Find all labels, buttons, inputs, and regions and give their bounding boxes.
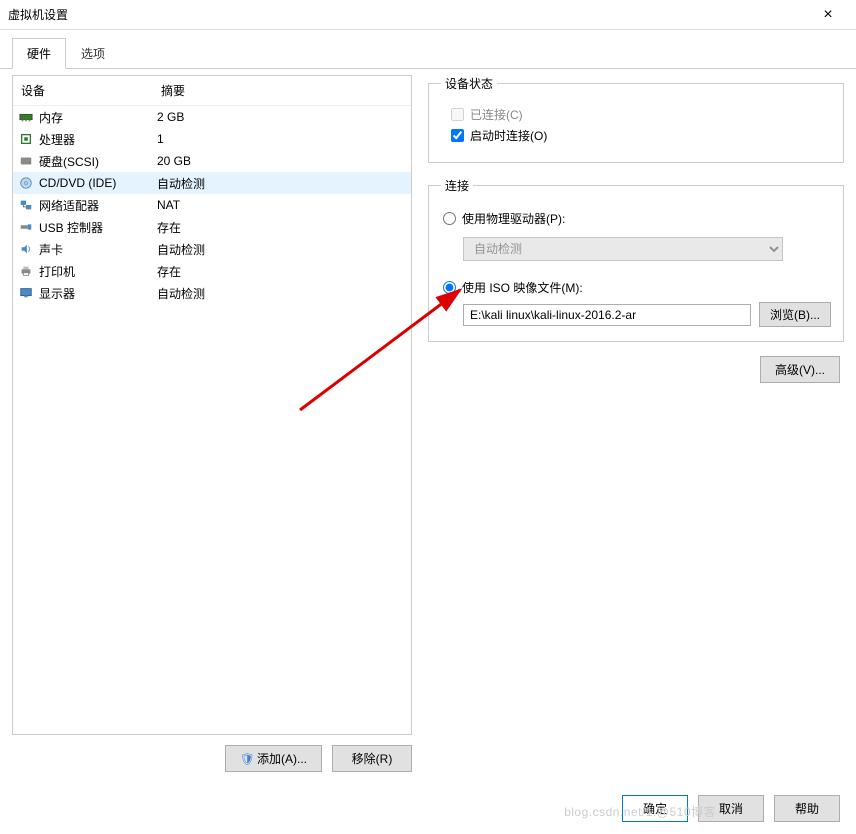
- device-summary: 自动检测: [157, 241, 407, 258]
- physical-drive-combo: 自动检测: [463, 237, 783, 261]
- network-icon: [17, 198, 35, 212]
- iso-file-row[interactable]: 使用 ISO 映像文件(M):: [443, 279, 831, 296]
- device-row-cpu[interactable]: 处理器 1: [13, 128, 411, 150]
- device-summary: 2 GB: [157, 110, 407, 124]
- device-row-memory[interactable]: 内存 2 GB: [13, 106, 411, 128]
- advanced-button[interactable]: 高级(V)...: [760, 356, 840, 383]
- device-row-sound[interactable]: 声卡 自动检测: [13, 238, 411, 260]
- device-list-header: 设备 摘要: [13, 76, 411, 106]
- speaker-icon: [17, 242, 35, 256]
- device-label: 硬盘(SCSI): [39, 153, 157, 170]
- iso-file-radio[interactable]: [443, 281, 456, 294]
- tab-hardware[interactable]: 硬件: [12, 38, 66, 69]
- connection-legend: 连接: [441, 177, 473, 194]
- connected-checkbox: [451, 108, 464, 121]
- window-title: 虚拟机设置: [8, 6, 808, 23]
- hdd-icon: [17, 154, 35, 168]
- device-summary: 存在: [157, 263, 407, 280]
- device-summary: 20 GB: [157, 154, 407, 168]
- cancel-button[interactable]: 取消: [698, 795, 764, 822]
- device-row-cddvd[interactable]: CD/DVD (IDE) 自动检测: [13, 172, 411, 194]
- monitor-icon: [17, 286, 35, 300]
- tab-options[interactable]: 选项: [66, 38, 120, 68]
- device-label: 显示器: [39, 285, 157, 302]
- device-label: 处理器: [39, 131, 157, 148]
- help-button[interactable]: 帮助: [774, 795, 840, 822]
- device-label: USB 控制器: [39, 219, 157, 236]
- device-row-printer[interactable]: 打印机 存在: [13, 260, 411, 282]
- printer-icon: [17, 264, 35, 278]
- remove-button[interactable]: 移除(R): [332, 745, 412, 772]
- physical-drive-radio[interactable]: [443, 212, 456, 225]
- device-label: 打印机: [39, 263, 157, 280]
- iso-file-label: 使用 ISO 映像文件(M):: [462, 279, 583, 296]
- device-label: 网络适配器: [39, 197, 157, 214]
- device-list: 设备 摘要 内存 2 GB 处理器 1 硬盘(SCSI) 20 GB CD/DV: [12, 75, 412, 735]
- device-status-group: 设备状态 已连接(C) 启动时连接(O): [428, 75, 844, 163]
- shield-icon: 🛡: [240, 752, 255, 766]
- device-summary: 自动检测: [157, 285, 407, 302]
- connected-checkbox-row: 已连接(C): [451, 106, 831, 123]
- connection-group: 连接 使用物理驱动器(P): 自动检测 使用 ISO 映像文件(M): 浏览(B…: [428, 177, 844, 342]
- device-label: CD/DVD (IDE): [39, 176, 157, 190]
- connect-on-start-row[interactable]: 启动时连接(O): [451, 127, 831, 144]
- header-summary: 摘要: [161, 82, 403, 99]
- device-row-display[interactable]: 显示器 自动检测: [13, 282, 411, 304]
- device-label: 声卡: [39, 241, 157, 258]
- connected-label: 已连接(C): [470, 106, 523, 123]
- device-summary: 1: [157, 132, 407, 146]
- device-status-legend: 设备状态: [441, 75, 497, 92]
- physical-drive-label: 使用物理驱动器(P):: [462, 210, 565, 227]
- ok-button[interactable]: 确定: [622, 795, 688, 822]
- device-label: 内存: [39, 109, 157, 126]
- device-row-network[interactable]: 网络适配器 NAT: [13, 194, 411, 216]
- disc-icon: [17, 176, 35, 190]
- device-row-usb[interactable]: USB 控制器 存在: [13, 216, 411, 238]
- close-icon[interactable]: ×: [808, 6, 848, 24]
- browse-button[interactable]: 浏览(B)...: [759, 302, 831, 327]
- memory-icon: [17, 110, 35, 124]
- device-summary: 自动检测: [157, 175, 407, 192]
- usb-icon: [17, 220, 35, 234]
- connect-on-start-checkbox[interactable]: [451, 129, 464, 142]
- tab-strip: 硬件 选项: [0, 30, 856, 69]
- titlebar: 虚拟机设置 ×: [0, 0, 856, 30]
- device-summary: 存在: [157, 219, 407, 236]
- add-button[interactable]: 🛡添加(A)...: [225, 745, 322, 772]
- device-row-hdd[interactable]: 硬盘(SCSI) 20 GB: [13, 150, 411, 172]
- connect-on-start-label: 启动时连接(O): [470, 127, 547, 144]
- physical-drive-row[interactable]: 使用物理驱动器(P):: [443, 210, 831, 227]
- device-summary: NAT: [157, 198, 407, 212]
- cpu-icon: [17, 132, 35, 146]
- header-device: 设备: [21, 82, 161, 99]
- iso-path-input[interactable]: [463, 304, 751, 326]
